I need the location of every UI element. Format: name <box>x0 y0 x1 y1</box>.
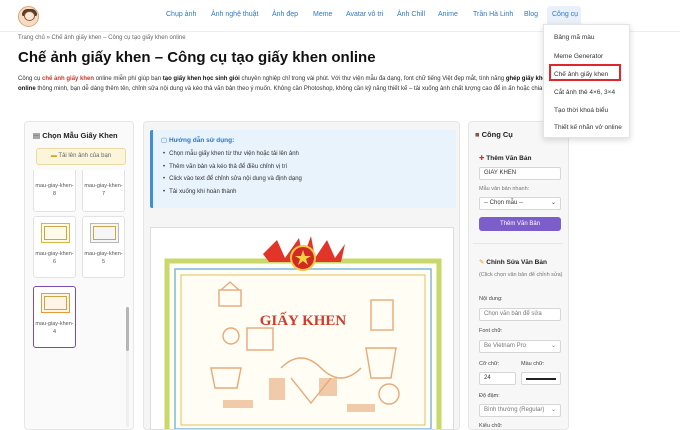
content-label: Nội dung: <box>479 296 503 302</box>
menu-item-tao-thoi-khoa-bieu[interactable]: Tạo thời khoá biểu <box>554 107 608 114</box>
template-preview <box>41 293 70 313</box>
intro-text-2: online miễn phí giúp bạn <box>94 76 163 82</box>
nav-item-anime[interactable]: Anime <box>438 11 458 18</box>
weight-label: Độ đậm: <box>479 393 500 399</box>
plus-icon: ✚ <box>479 155 485 162</box>
template-panel: ▤ Chọn Mẫu Giấy Khen ▬ Tải lên ảnh của b… <box>24 121 134 430</box>
template-panel-title: Chọn Mẫu Giấy Khen <box>42 131 118 140</box>
tools-dropdown-menu: Bảng mã màu Meme Generator Chế ảnh giấy … <box>543 24 630 138</box>
edit-text-hint: (Click chọn văn bản để chỉnh sửa) <box>479 272 563 278</box>
template-thumb-4[interactable]: mau-giay-khen-4 <box>33 286 76 348</box>
intro-bold-1: tạo giấy khen học sinh giỏi <box>162 76 240 82</box>
tools-title: ■ Công Cụ <box>475 130 513 139</box>
certificate-artwork: GIẤY KHEN <box>164 236 442 429</box>
template-thumb-5[interactable]: mau-giay-khen-5 <box>82 216 125 278</box>
color-picker[interactable] <box>521 372 561 385</box>
style-label: Kiểu chữ: <box>479 423 503 429</box>
template-thumb-7[interactable]: mau-giay-khen-7 <box>82 170 125 212</box>
menu-item-thiet-ke-nhan-vo[interactable]: Thiết kế nhãn vở online <box>554 124 622 131</box>
template-thumb-8[interactable]: mau-giay-khen-8 <box>33 170 76 212</box>
add-text-section-title: ✚ Thêm Văn Bản <box>479 154 531 162</box>
template-label: mau-giay-khen-8 <box>35 183 74 197</box>
quick-template-value: -- Chọn mẫu -- <box>484 200 524 206</box>
intro-text-1: Công cụ <box>18 76 43 82</box>
nav-item-avatar-vo-tri[interactable]: Avatar vô tri <box>346 11 383 18</box>
tools-title-text: Công Cụ <box>481 130 513 139</box>
menu-item-cat-anh-the[interactable]: Cắt ảnh thẻ 4×6, 3×4 <box>554 89 615 96</box>
upload-button-label: Tải lên ảnh của bạn <box>58 153 112 159</box>
section-divider <box>473 243 563 244</box>
guide-step: Click vào text để chỉnh sửa nội dung và … <box>163 176 302 189</box>
certificate-heading[interactable]: GIẤY KHEN <box>260 312 347 329</box>
intro-paragraph: Công cụ chế ảnh giấy khen online miễn ph… <box>18 74 566 94</box>
guide-title: ▢ Hướng dẫn sử dụng: <box>161 136 234 144</box>
template-preview <box>41 223 70 243</box>
nav-links: Chụp ảnh Ảnh nghệ thuật Ảnh đẹp Meme Ava… <box>0 11 680 23</box>
menu-item-highlight-box <box>549 64 621 81</box>
font-label: Font chữ: <box>479 328 503 334</box>
pencil-icon: ✎ <box>479 259 485 266</box>
nav-item-blog[interactable]: Blog <box>524 11 538 18</box>
menu-item-meme-generator[interactable]: Meme Generator <box>554 53 603 60</box>
intro-link[interactable]: chế ảnh giấy khen <box>42 76 94 82</box>
usage-guide: ▢ Hướng dẫn sử dụng: Chọn mẫu giấy khen … <box>150 130 456 208</box>
folder-icon: ▬ <box>50 153 57 159</box>
nav-item-anh-dep[interactable]: Ảnh đẹp <box>272 11 298 18</box>
weight-select-value: Bình thường (Regular) <box>484 407 545 413</box>
template-scrollbar-thumb[interactable] <box>126 307 129 351</box>
certificate-canvas[interactable]: GIẤY KHEN <box>150 227 454 430</box>
upload-button[interactable]: ▬ Tải lên ảnh của bạn <box>36 148 126 165</box>
color-label: Màu chữ: <box>521 361 545 367</box>
chevron-down-icon: ⌄ <box>550 200 556 206</box>
nav-item-anh-nghe-thuat[interactable]: Ảnh nghệ thuật <box>211 11 259 18</box>
color-swatch <box>526 378 556 380</box>
edit-text-title: Chỉnh Sửa Văn Bản <box>486 259 547 266</box>
template-thumb-6[interactable]: mau-giay-khen-6 <box>33 216 76 278</box>
nav-item-tran-ha-linh[interactable]: Trần Hà Linh <box>473 11 513 18</box>
guide-steps: Chọn mẫu giấy khen từ thư viện hoặc tải … <box>163 151 302 201</box>
template-label: mau-giay-khen-5 <box>84 251 123 265</box>
quick-template-label: Mẫu văn bản nhanh: <box>479 186 530 192</box>
font-select-value: Be Vietnam Pro <box>484 343 526 349</box>
chevron-down-icon: ⌄ <box>550 343 556 349</box>
guide-step: Thêm văn bản và kéo thả để điều chỉnh vị… <box>163 164 302 177</box>
certificate-outer-border <box>164 258 442 429</box>
briefcase-icon: ■ <box>475 130 480 139</box>
content-input[interactable]: Chọn văn bản để sửa <box>479 308 561 321</box>
intro-text-3: chuyên nghiệp chỉ trong vài phút. Với th… <box>239 76 506 82</box>
guide-step: Tải xuống khi hoàn thành <box>163 189 302 202</box>
size-label: Cỡ chữ: <box>479 361 500 367</box>
book-icon: ▢ <box>161 137 168 144</box>
nav-item-cong-cu[interactable]: Công cụ <box>552 11 578 18</box>
guide-step: Chọn mẫu giấy khen từ thư viện hoặc tải … <box>163 151 302 164</box>
nav-item-anh-chill[interactable]: Ảnh Chill <box>397 11 425 18</box>
quick-template-select[interactable]: -- Chọn mẫu -- ⌄ <box>479 197 561 210</box>
template-label: mau-giay-khen-4 <box>35 321 74 335</box>
guide-title-text: Hướng dẫn sử dụng: <box>168 137 235 144</box>
size-input[interactable]: 24 <box>479 372 516 385</box>
weight-select[interactable]: Bình thường (Regular) ⌄ <box>479 404 561 417</box>
font-select[interactable]: Be Vietnam Pro ⌄ <box>479 340 561 353</box>
add-text-title: Thêm Văn Bản <box>486 155 532 162</box>
template-label: mau-giay-khen-7 <box>84 183 123 197</box>
template-list[interactable]: mau-giay-khen-8 mau-giay-khen-7 mau-giay… <box>33 170 127 428</box>
intro-text-4: thông minh, bạn dễ dàng thêm tên, chỉnh … <box>35 86 552 92</box>
template-panel-header: ▤ Chọn Mẫu Giấy Khen <box>33 131 118 140</box>
nav-item-meme[interactable]: Meme <box>313 11 332 18</box>
template-label: mau-giay-khen-6 <box>35 251 74 265</box>
add-text-button[interactable]: Thêm Văn Bản <box>479 217 561 231</box>
nav-item-chup-anh[interactable]: Chụp ảnh <box>166 11 196 18</box>
page-title: Chế ảnh giấy khen – Công cụ tạo giấy khe… <box>18 49 376 66</box>
clipboard-icon: ▤ <box>33 131 41 140</box>
chevron-down-icon: ⌄ <box>550 407 556 413</box>
edit-text-section-title: ✎ Chỉnh Sửa Văn Bản <box>479 258 547 266</box>
template-preview <box>90 223 119 243</box>
add-text-input[interactable]: GIAY KHEN <box>479 167 561 180</box>
menu-item-bang-ma-mau[interactable]: Bảng mã màu <box>554 34 594 41</box>
breadcrumb[interactable]: Trang chủ » Chế ảnh giấy khen – Công cụ … <box>18 35 186 41</box>
